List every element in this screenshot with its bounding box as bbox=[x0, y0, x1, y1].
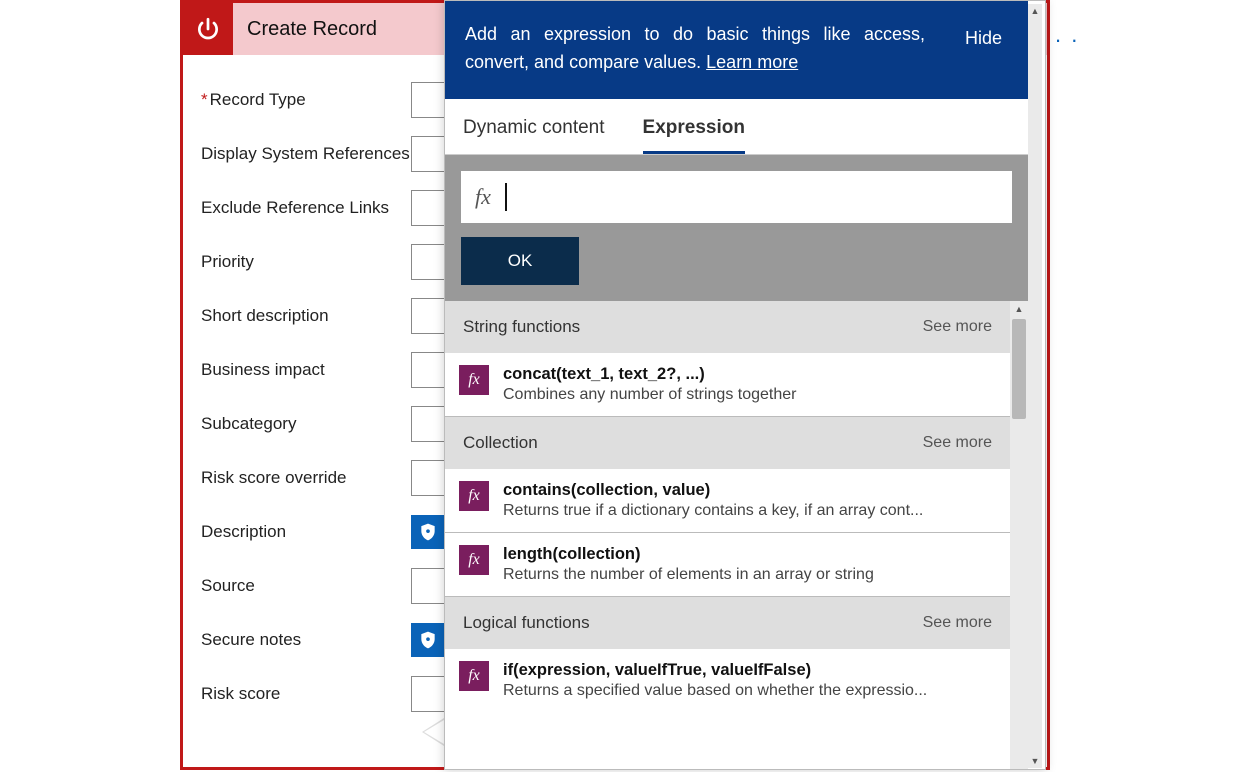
field-label-text: Business impact bbox=[201, 360, 325, 379]
popup-caret-inner bbox=[424, 720, 444, 744]
function-text: concat(text_1, text_2?, ...) Combines any… bbox=[503, 365, 796, 404]
field-label: Description bbox=[201, 521, 411, 542]
see-more-link[interactable]: See more bbox=[923, 614, 992, 632]
category-name: Logical functions bbox=[463, 613, 590, 633]
field-label-text: Priority bbox=[201, 252, 254, 271]
field-label-text: Display System References bbox=[201, 144, 410, 163]
function-list: ▲ String functions See more fx concat(text_… bbox=[445, 301, 1028, 769]
function-text: length(collection) Returns the number of … bbox=[503, 545, 874, 584]
function-item[interactable]: fx concat(text_1, text_2?, ...) Combines a… bbox=[445, 353, 1010, 417]
popup-outer-scrollbar[interactable]: ▲ ▼ bbox=[1028, 4, 1042, 768]
function-item[interactable]: fx length(collection) Returns the number o… bbox=[445, 533, 1010, 597]
fx-icon: fx bbox=[475, 184, 491, 210]
field-label: Short description bbox=[201, 305, 411, 326]
learn-more-link[interactable]: Learn more bbox=[706, 52, 798, 72]
field-label: Risk score bbox=[201, 683, 411, 704]
tab-dynamic-content[interactable]: Dynamic content bbox=[463, 117, 605, 154]
field-label: Risk score override bbox=[201, 467, 411, 488]
fx-icon: fx bbox=[459, 661, 489, 691]
field-label: Business impact bbox=[201, 359, 411, 380]
expression-input[interactable]: fx bbox=[461, 171, 1012, 223]
scrollbar-thumb[interactable] bbox=[1012, 319, 1026, 419]
field-label: Exclude Reference Links bbox=[201, 197, 411, 218]
shield-icon bbox=[411, 515, 445, 549]
field-label-text: Short description bbox=[201, 306, 329, 325]
field-label: Subcategory bbox=[201, 413, 411, 434]
required-asterisk: * bbox=[201, 90, 208, 109]
scroll-up-arrow-icon[interactable]: ▲ bbox=[1010, 301, 1028, 317]
fx-icon: fx bbox=[459, 365, 489, 395]
category-header: String functions See more bbox=[445, 301, 1010, 353]
field-label: Display System References bbox=[201, 143, 411, 164]
function-description: Returns a specified value based on wheth… bbox=[503, 682, 927, 700]
category-header: Collection See more bbox=[445, 417, 1010, 469]
field-label: Secure notes bbox=[201, 629, 411, 650]
tab-expression[interactable]: Expression bbox=[643, 117, 745, 154]
function-text: if(expression, valueIfTrue, valueIfFalse… bbox=[503, 661, 927, 700]
function-description: Returns the number of elements in an arr… bbox=[503, 566, 874, 584]
ok-button[interactable]: OK bbox=[461, 237, 579, 285]
popup-banner: Add an expression to do basic things lik… bbox=[445, 1, 1028, 99]
expression-input-area: fx OK bbox=[445, 155, 1028, 301]
card-title: Create Record bbox=[233, 18, 377, 41]
function-signature: length(collection) bbox=[503, 545, 874, 564]
function-signature: if(expression, valueIfTrue, valueIfFalse… bbox=[503, 661, 927, 680]
fx-icon: fx bbox=[459, 545, 489, 575]
function-description: Combines any number of strings together bbox=[503, 386, 796, 404]
fx-icon: fx bbox=[459, 481, 489, 511]
category-name: Collection bbox=[463, 433, 538, 453]
function-item[interactable]: fx if(expression, valueIfTrue, valueIfFal… bbox=[445, 649, 1010, 712]
field-label-text: Risk score bbox=[201, 684, 280, 703]
text-cursor bbox=[505, 183, 507, 211]
field-label: Source bbox=[201, 575, 411, 596]
function-description: Returns true if a dictionary contains a … bbox=[503, 502, 923, 520]
see-more-link[interactable]: See more bbox=[923, 434, 992, 452]
function-signature: concat(text_1, text_2?, ...) bbox=[503, 365, 796, 384]
category-header: Logical functions See more bbox=[445, 597, 1010, 649]
expression-popup: ▲ ▼ Add an expression to do basic things… bbox=[444, 0, 1046, 770]
field-label-text: Description bbox=[201, 522, 286, 541]
field-label-text: Subcategory bbox=[201, 414, 296, 433]
category-name: String functions bbox=[463, 317, 580, 337]
function-signature: contains(collection, value) bbox=[503, 481, 923, 500]
banner-text: Add an expression to do basic things lik… bbox=[465, 24, 925, 72]
field-label-text: Source bbox=[201, 576, 255, 595]
scroll-up-arrow-icon[interactable]: ▲ bbox=[1028, 4, 1042, 18]
field-label-text: Risk score override bbox=[201, 468, 347, 487]
field-label-text: Secure notes bbox=[201, 630, 301, 649]
field-label-text: Exclude Reference Links bbox=[201, 198, 389, 217]
function-list-scrollbar[interactable]: ▲ bbox=[1010, 301, 1028, 769]
hide-button[interactable]: Hide bbox=[965, 25, 1002, 53]
scroll-down-arrow-icon[interactable]: ▼ bbox=[1028, 754, 1042, 768]
shield-icon bbox=[411, 623, 445, 657]
function-item[interactable]: fx contains(collection, value) Returns tru… bbox=[445, 469, 1010, 533]
field-label-text: Record Type bbox=[210, 90, 306, 109]
see-more-link[interactable]: See more bbox=[923, 318, 992, 336]
power-icon bbox=[183, 3, 233, 55]
popup-tabs: Dynamic content Expression bbox=[445, 99, 1028, 155]
field-label: Priority bbox=[201, 251, 411, 272]
field-label: *Record Type bbox=[201, 89, 411, 110]
more-menu-icon[interactable]: . . bbox=[1055, 22, 1079, 48]
banner-text-wrap: Add an expression to do basic things lik… bbox=[465, 21, 925, 77]
function-text: contains(collection, value) Returns true … bbox=[503, 481, 923, 520]
